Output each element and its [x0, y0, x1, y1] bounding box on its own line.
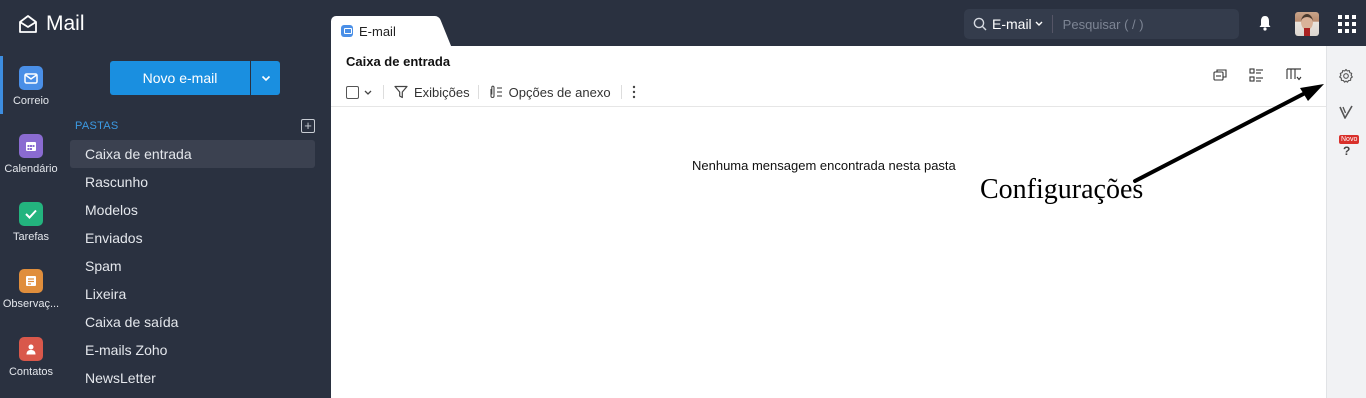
new-email-dropdown-button[interactable]: [251, 61, 280, 95]
new-email-button[interactable]: Novo e-mail: [110, 61, 250, 95]
apps-grid-icon[interactable]: [1338, 15, 1356, 33]
folder-list: Caixa de entrada Rascunho Modelos Enviad…: [70, 140, 315, 392]
mail-tab-icon: [341, 25, 353, 37]
bell-icon[interactable]: [1258, 15, 1272, 31]
tab-email[interactable]: E-mail: [331, 16, 437, 46]
tab-email-label: E-mail: [359, 23, 396, 39]
rail-item-contacts[interactable]: Contatos: [0, 337, 62, 378]
rail-item-label: Observaç...: [2, 298, 60, 310]
search-scope-label: E-mail: [992, 16, 1032, 32]
folder-item-outbox[interactable]: Caixa de saída: [70, 308, 315, 336]
rail-item-mail[interactable]: Correio: [0, 56, 62, 114]
mail-list-pane: Caixa de entrada Exibições Opções de ane…: [331, 46, 1326, 398]
tasks-icon: [19, 202, 43, 226]
folders-heading: PASTAS: [75, 120, 119, 132]
rail-item-calendar[interactable]: Calendário: [0, 134, 62, 175]
chevron-down-icon: [1035, 21, 1043, 26]
rail-item-label: Contatos: [8, 366, 54, 378]
folder-item-newsletter[interactable]: NewsLetter: [70, 364, 315, 392]
contacts-icon: [19, 337, 43, 361]
right-rail: Novo ?: [1326, 46, 1366, 398]
folder-item-templates[interactable]: Modelos: [70, 196, 315, 224]
add-folder-icon[interactable]: +: [301, 119, 315, 133]
folder-panel: Novo e-mail PASTAS + Caixa de entrada Ra…: [62, 46, 331, 398]
app-brand[interactable]: Mail: [18, 12, 85, 36]
user-avatar[interactable]: [1295, 12, 1319, 36]
search-bar: E-mail: [964, 9, 1239, 39]
notes-icon: [19, 269, 43, 293]
folder-item-zoho-emails[interactable]: E-mails Zoho: [70, 336, 315, 364]
rail-item-label: Tarefas: [12, 231, 50, 243]
app-rail: Correio Calendário Tarefas Observaç... C…: [0, 46, 62, 398]
rail-item-label: Correio: [12, 95, 50, 107]
folder-item-sent[interactable]: Enviados: [70, 224, 315, 252]
annotation-arrow-icon: [1133, 84, 1324, 183]
rail-item-notes[interactable]: Observaç...: [0, 269, 62, 310]
folder-item-drafts[interactable]: Rascunho: [70, 168, 315, 196]
settings-gear-icon[interactable]: [1338, 68, 1354, 84]
folder-item-trash[interactable]: Lixeira: [70, 280, 315, 308]
mail-logo-icon: [19, 15, 37, 33]
search-icon: [973, 17, 987, 31]
search-scope-dropdown[interactable]: E-mail: [992, 16, 1043, 32]
folder-item-inbox[interactable]: Caixa de entrada: [70, 140, 315, 168]
rail-item-tasks[interactable]: Tarefas: [0, 202, 62, 243]
app-title: Mail: [46, 12, 85, 35]
chevron-down-icon: [261, 75, 270, 81]
rail-item-label: Calendário: [4, 163, 58, 175]
search-input[interactable]: [1062, 16, 1213, 32]
folder-item-spam[interactable]: Spam: [70, 252, 315, 280]
calendar-icon: [19, 134, 43, 158]
extensions-icon[interactable]: [1338, 104, 1354, 120]
help-icon[interactable]: ?: [1343, 144, 1350, 158]
mail-icon: [19, 66, 43, 90]
top-bar: Mail E-mail E-mail: [0, 0, 1366, 46]
new-badge: Novo: [1339, 135, 1360, 144]
search-divider: [1051, 15, 1053, 33]
